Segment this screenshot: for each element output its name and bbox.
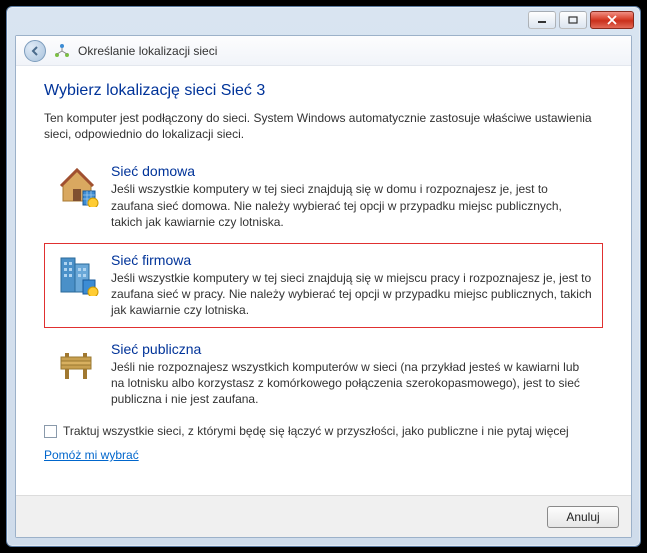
public-icon xyxy=(55,341,99,385)
option-work-network[interactable]: Sieć firmowa Jeśli wszystkie komputery w… xyxy=(44,243,603,328)
option-work-desc: Jeśli wszystkie komputery w tej sieci zn… xyxy=(111,270,592,319)
dialog-content: Wybierz lokalizację sieci Sieć 3 Ten kom… xyxy=(16,66,631,495)
checkbox-row: Traktuj wszystkie sieci, z którymi będę … xyxy=(44,424,603,438)
option-home-title: Sieć domowa xyxy=(111,163,592,179)
option-public-desc: Jeśli nie rozpoznajesz wszystkich komput… xyxy=(111,359,592,408)
option-home-desc: Jeśli wszystkie komputery w tej sieci zn… xyxy=(111,181,592,230)
work-icon xyxy=(55,252,99,296)
minimize-button[interactable] xyxy=(528,11,556,29)
dialog-footer: Anuluj xyxy=(16,495,631,537)
option-work-text: Sieć firmowa Jeśli wszystkie komputery w… xyxy=(111,252,592,319)
cancel-button[interactable]: Anuluj xyxy=(547,506,619,528)
option-home-network[interactable]: Sieć domowa Jeśli wszystkie komputery w … xyxy=(44,154,603,239)
option-public-title: Sieć publiczna xyxy=(111,341,592,357)
close-button[interactable] xyxy=(590,11,634,29)
help-link[interactable]: Pomóż mi wybrać xyxy=(44,448,139,462)
instruction-text: Wybierz lokalizację sieci Sieć 3 xyxy=(44,82,603,100)
dialog-inner: Określanie lokalizacji sieci Wybierz lok… xyxy=(15,35,632,538)
checkbox-label: Traktuj wszystkie sieci, z którymi będę … xyxy=(63,424,569,438)
treat-public-checkbox[interactable] xyxy=(44,425,57,438)
home-icon xyxy=(55,163,99,207)
option-work-title: Sieć firmowa xyxy=(111,252,592,268)
option-home-text: Sieć domowa Jeśli wszystkie komputery w … xyxy=(111,163,592,230)
titlebar xyxy=(7,7,640,35)
option-public-text: Sieć publiczna Jeśli nie rozpoznajesz ws… xyxy=(111,341,592,408)
option-public-network[interactable]: Sieć publiczna Jeśli nie rozpoznajesz ws… xyxy=(44,332,603,417)
description-text: Ten komputer jest podłączony do sieci. S… xyxy=(44,110,603,142)
maximize-button[interactable] xyxy=(559,11,587,29)
dialog-header: Określanie lokalizacji sieci xyxy=(16,36,631,66)
dialog-window: Określanie lokalizacji sieci Wybierz lok… xyxy=(6,6,641,547)
dialog-title: Określanie lokalizacji sieci xyxy=(78,44,217,58)
network-icon xyxy=(54,43,70,59)
back-button[interactable] xyxy=(24,40,46,62)
